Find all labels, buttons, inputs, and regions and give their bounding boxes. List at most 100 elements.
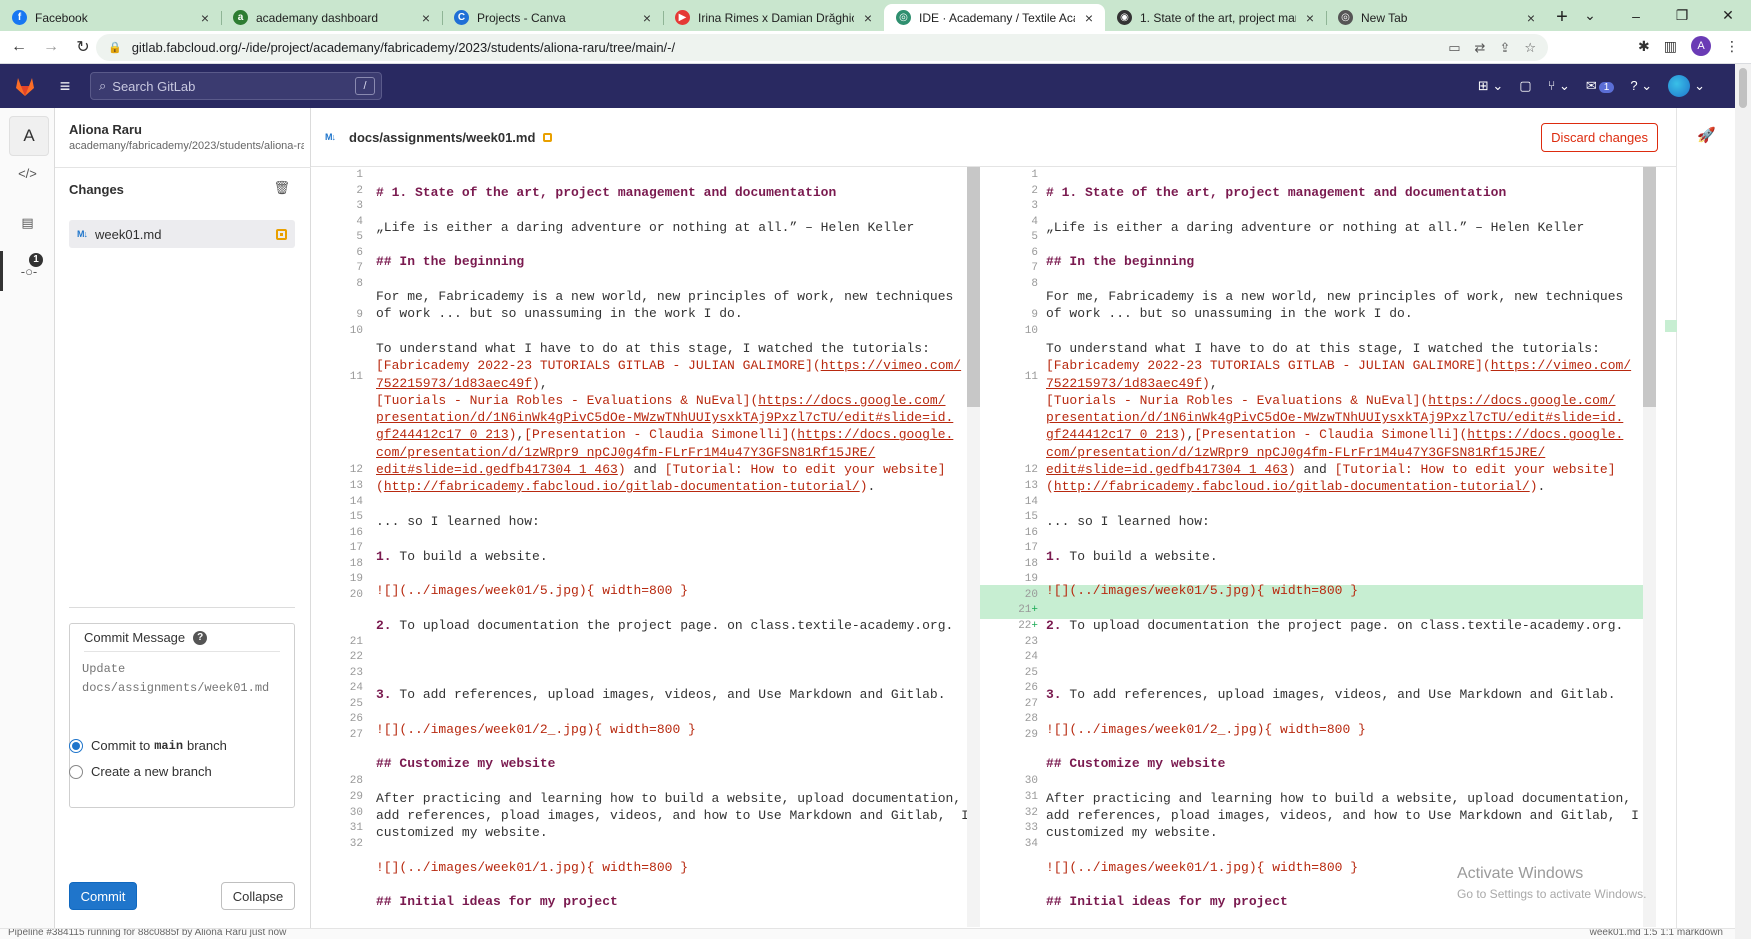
install-app-icon[interactable]: ▭: [1448, 40, 1460, 56]
browser-menu-icon[interactable]: ⋮: [1725, 38, 1739, 55]
share-icon[interactable]: ⇪: [1499, 40, 1510, 56]
todo-count-badge: 1: [1598, 82, 1615, 93]
radio-commit-to-main[interactable]: Commit to main branch: [69, 738, 227, 753]
browser-tab[interactable]: ◎ New Tab ×: [1326, 4, 1547, 31]
radio-label: Create a new branch: [91, 764, 212, 779]
search-placeholder: Search GitLab: [112, 78, 196, 94]
tab-favicon-icon: f: [12, 10, 27, 25]
line-number: 26: [349, 713, 363, 726]
line-number: 14: [1024, 495, 1038, 508]
tab-close-icon[interactable]: ×: [197, 10, 213, 26]
site-info-icon[interactable]: 🔒: [108, 41, 122, 54]
line-number: 20: [1024, 588, 1038, 601]
tab-close-icon[interactable]: ×: [860, 10, 876, 26]
browser-tab[interactable]: ◎ IDE · Academany / Textile Acade ×: [884, 4, 1105, 31]
file-modified-icon: [276, 229, 287, 240]
line-number: 19: [1024, 573, 1038, 586]
globe-avatar-icon: [1668, 75, 1691, 97]
diff-pane-modified[interactable]: 1 2 3 4 5 6 7 8 9 10 11 12 13 14 15 16 17 18 19 20 21+ 22+ 23 2…: [980, 167, 1676, 927]
tab-label: Irina Rimes x Damian Drăghici: [698, 10, 854, 25]
editor-scrollbar[interactable]: [1643, 167, 1656, 927]
pipelines-rocket-icon[interactable]: 🚀: [1697, 126, 1716, 144]
radio-create-new-branch[interactable]: Create a new branch: [69, 764, 212, 779]
code-modified[interactable]: # 1. State of the art, project managemen…: [1046, 167, 1639, 911]
issues-icon[interactable]: ▢: [1519, 78, 1531, 94]
changed-file-item[interactable]: M↓ week01.md: [69, 220, 295, 248]
project-avatar[interactable]: A: [9, 116, 49, 156]
bookmark-star-icon[interactable]: ☆: [1524, 40, 1536, 56]
tab-favicon-icon: ◉: [1117, 10, 1132, 25]
collapse-button[interactable]: Collapse: [221, 882, 295, 910]
line-number: 21: [349, 635, 363, 648]
line-number: 31: [1024, 791, 1038, 803]
line-number: 15: [349, 511, 363, 524]
pipeline-status[interactable]: Pipeline #384115 running for 88c0885f by…: [8, 929, 286, 938]
gitlab-logo-icon[interactable]: [0, 64, 50, 108]
line-number: 7: [1031, 262, 1038, 275]
tab-close-icon[interactable]: ×: [639, 10, 655, 26]
search-input[interactable]: ⌕ Search GitLab /: [90, 72, 382, 100]
help-icon[interactable]: ? ⌄: [1630, 78, 1652, 94]
todos-icon[interactable]: ✉ 1: [1586, 78, 1615, 94]
restore-button[interactable]: ❐: [1659, 7, 1705, 24]
browser-tab[interactable]: C Projects - Canva ×: [442, 4, 663, 31]
tab-favicon-icon: a: [233, 10, 248, 25]
discard-all-trash-icon[interactable]: 🗑: [273, 180, 290, 196]
line-number: 24: [1024, 651, 1038, 664]
diff-pane-original[interactable]: 1 2 3 4 5 6 7 8 9 10 11 12 13 14 15 16 17 18 19 20 21 22 23 24 2…: [311, 167, 980, 927]
commit-count-badge: 1: [29, 253, 43, 267]
translate-icon[interactable]: ⇄: [1475, 40, 1486, 56]
minimize-button[interactable]: –: [1613, 8, 1659, 24]
page-scrollbar[interactable]: [1735, 64, 1751, 939]
line-number: 3: [1031, 200, 1038, 213]
review-mode-clipboard-icon[interactable]: ▤: [0, 203, 55, 243]
forward-icon[interactable]: →: [38, 38, 64, 56]
tab-close-icon[interactable]: ×: [418, 10, 434, 26]
create-new-icon[interactable]: ⊞ ⌄: [1478, 78, 1503, 94]
merge-requests-icon[interactable]: ⑂ ⌄: [1548, 78, 1570, 94]
browser-tab[interactable]: ▶ Irina Rimes x Damian Drăghici ×: [663, 4, 884, 31]
commit-mode-icon[interactable]: -○- 1: [0, 251, 55, 291]
commit-message-input[interactable]: [82, 660, 282, 800]
edit-mode-code-icon[interactable]: </>: [0, 153, 55, 193]
tab-favicon-icon: ◎: [1338, 10, 1353, 25]
tab-close-icon[interactable]: ×: [1081, 10, 1097, 26]
browser-tab[interactable]: f Facebook ×: [0, 4, 221, 31]
code-original[interactable]: # 1. State of the art, project managemen…: [376, 167, 969, 911]
user-avatar[interactable]: ⌄: [1668, 75, 1705, 97]
browser-tab[interactable]: ◉ 1. State of the art, project mana ×: [1105, 4, 1326, 31]
editor-scrollbar[interactable]: [967, 167, 980, 927]
url-omnibox[interactable]: 🔒 gitlab.fabcloud.org/-/ide/project/acad…: [96, 34, 1548, 61]
line-number: 17: [1024, 542, 1038, 555]
line-number: 28: [1024, 713, 1038, 726]
extensions-icon[interactable]: ✱: [1638, 38, 1650, 55]
tab-close-icon[interactable]: ×: [1302, 10, 1318, 26]
back-icon[interactable]: ←: [6, 38, 32, 56]
line-number: 13: [1024, 480, 1038, 492]
commit-button[interactable]: Commit: [69, 882, 137, 910]
line-number: 15: [1024, 511, 1038, 524]
help-question-icon[interactable]: ?: [193, 630, 208, 645]
line-number: 11: [349, 371, 363, 384]
radio-button-selected[interactable]: [69, 738, 83, 753]
line-number: 9: [356, 308, 363, 321]
tab-close-icon[interactable]: ×: [1523, 10, 1539, 26]
line-number: 19: [349, 573, 363, 586]
radio-button[interactable]: [69, 764, 83, 779]
profile-avatar[interactable]: A: [1691, 36, 1711, 56]
browser-tab[interactable]: a academany dashboard ×: [221, 4, 442, 31]
project-name[interactable]: Aliona Raru: [69, 122, 142, 137]
tab-search-icon[interactable]: ⌄: [1567, 7, 1613, 24]
line-number: 13: [349, 480, 363, 492]
close-window-button[interactable]: ✕: [1705, 7, 1751, 24]
discard-changes-button[interactable]: Discard changes: [1541, 123, 1658, 152]
tab-label: IDE · Academany / Textile Acade: [919, 10, 1075, 25]
line-number: 2: [356, 184, 363, 197]
right-rail: 🚀: [1676, 108, 1735, 928]
line-number: 3: [356, 200, 363, 213]
reload-icon[interactable]: ↻: [70, 37, 96, 57]
address-bar: ← → ↻ 🔒 gitlab.fabcloud.org/-/ide/projec…: [0, 31, 1751, 64]
markdown-file-icon: M↓: [77, 229, 88, 239]
side-panel-icon[interactable]: ▥: [1664, 38, 1677, 55]
main-menu-icon[interactable]: ≡: [50, 76, 80, 97]
